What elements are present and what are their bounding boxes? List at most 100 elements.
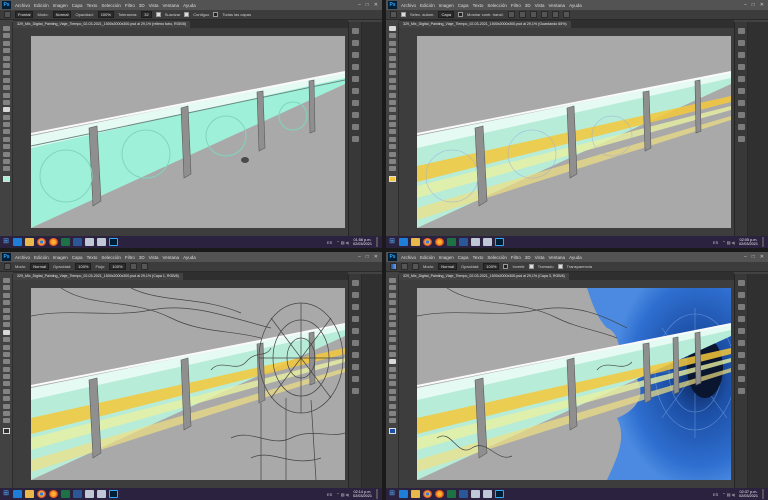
menu-capa[interactable]: Capa xyxy=(458,255,469,260)
artwork-canvas[interactable] xyxy=(31,36,345,228)
lasso-tool-icon[interactable] xyxy=(2,292,10,298)
foreground-color-swatch[interactable] xyxy=(2,175,10,182)
foreground-color-swatch[interactable] xyxy=(388,175,396,182)
all-layers-checkbox[interactable] xyxy=(213,12,219,17)
zoom-tool-icon[interactable] xyxy=(2,166,10,172)
color-panel-icon[interactable] xyxy=(737,292,745,298)
photoshop-taskbar-icon[interactable] xyxy=(495,490,504,498)
healing-tool-icon[interactable] xyxy=(2,70,10,76)
close-icon[interactable]: ✕ xyxy=(760,2,764,8)
word-icon[interactable] xyxy=(73,490,82,498)
document-icon[interactable] xyxy=(483,238,492,246)
linear-gradient-icon[interactable] xyxy=(401,263,408,270)
pressure-size-icon[interactable] xyxy=(140,263,148,270)
pen-tool-icon[interactable] xyxy=(388,381,396,387)
menu-filtro[interactable]: Filtro xyxy=(511,255,521,260)
menu-edicion[interactable]: Edición xyxy=(34,3,49,8)
healing-tool-icon[interactable] xyxy=(388,322,396,328)
excel-icon[interactable] xyxy=(447,238,456,246)
healing-tool-icon[interactable] xyxy=(388,70,396,76)
flow-field[interactable]: 100% xyxy=(109,263,126,270)
paths-panel-icon[interactable] xyxy=(351,364,359,370)
opacity-field[interactable]: 100% xyxy=(97,11,114,18)
mode-select[interactable]: Normal xyxy=(30,263,50,270)
stamp-tool-icon[interactable] xyxy=(2,85,10,91)
file-explorer-icon[interactable] xyxy=(25,490,34,498)
menu-imagen[interactable]: Imagen xyxy=(53,3,68,8)
dodge-tool-icon[interactable] xyxy=(388,374,396,380)
menu-texto[interactable]: Texto xyxy=(473,3,484,8)
document-canvas-area[interactable] xyxy=(13,28,348,236)
transparency-checkbox[interactable] xyxy=(557,264,563,269)
character-panel-icon[interactable] xyxy=(351,388,359,394)
show-desktop-button[interactable] xyxy=(376,489,378,499)
excel-icon[interactable] xyxy=(61,490,70,498)
menu-vista[interactable]: Vista xyxy=(535,3,545,8)
document-canvas-area[interactable] xyxy=(399,28,734,236)
path-selection-tool-icon[interactable] xyxy=(2,144,10,150)
document-canvas-area[interactable] xyxy=(13,280,348,488)
internet-explorer-icon[interactable] xyxy=(13,490,22,498)
paint-bucket-tool-icon[interactable] xyxy=(2,359,10,365)
shape-tool-icon[interactable] xyxy=(2,403,10,409)
channels-panel-icon[interactable] xyxy=(351,100,359,106)
blur-tool-icon[interactable] xyxy=(388,366,396,372)
healing-tool-icon[interactable] xyxy=(2,322,10,328)
excel-icon[interactable] xyxy=(61,238,70,246)
styles-panel-icon[interactable] xyxy=(737,328,745,334)
menu-3d[interactable]: 3D xyxy=(525,3,531,8)
menu-seleccion[interactable]: Selección xyxy=(487,3,507,8)
lasso-tool-icon[interactable] xyxy=(2,40,10,46)
history-panel-icon[interactable] xyxy=(351,28,359,34)
maximize-icon[interactable]: □ xyxy=(366,254,369,260)
chrome-icon[interactable] xyxy=(423,238,432,246)
move-tool-icon[interactable] xyxy=(2,26,10,31)
eraser-tool-icon[interactable] xyxy=(2,99,10,105)
channels-panel-icon[interactable] xyxy=(737,100,745,106)
hand-tool-icon[interactable] xyxy=(2,411,10,417)
menu-3d[interactable]: 3D xyxy=(139,3,145,8)
marquee-tool-icon[interactable] xyxy=(388,33,396,39)
shape-tool-icon[interactable] xyxy=(2,151,10,157)
paint-bucket-icon[interactable] xyxy=(4,11,11,18)
word-icon[interactable] xyxy=(459,238,468,246)
taskbar-clock[interactable]: 02:37 p.m. 02/03/2021 xyxy=(739,490,758,498)
menu-ayuda[interactable]: Ayuda xyxy=(569,255,582,260)
menu-seleccion[interactable]: Selección xyxy=(487,255,507,260)
eyedropper-tool-icon[interactable] xyxy=(2,314,10,320)
path-selection-tool-icon[interactable] xyxy=(2,396,10,402)
file-explorer-icon[interactable] xyxy=(411,490,420,498)
artwork-canvas[interactable] xyxy=(31,288,345,480)
channels-panel-icon[interactable] xyxy=(737,352,745,358)
layers-panel-icon[interactable] xyxy=(737,88,745,94)
excel-icon[interactable] xyxy=(447,490,456,498)
menu-archivo[interactable]: Archivo xyxy=(401,3,416,8)
fill-source-select[interactable]: Frontal xyxy=(15,11,34,18)
history-panel-icon[interactable] xyxy=(737,28,745,34)
document-tab[interactable]: 329_Mix_Digital_Painting_Viaje_Tiempo_02… xyxy=(13,21,191,28)
zoom-tool-icon[interactable] xyxy=(2,418,10,424)
chrome-icon[interactable] xyxy=(37,238,46,246)
zoom-tool-icon[interactable] xyxy=(388,166,396,172)
magic-wand-tool-icon[interactable] xyxy=(388,300,396,306)
character-panel-icon[interactable] xyxy=(737,388,745,394)
menu-ventana[interactable]: Ventana xyxy=(549,255,566,260)
blur-tool-icon[interactable] xyxy=(2,114,10,120)
move-tool-options-icon[interactable] xyxy=(390,11,397,18)
show-desktop-button[interactable] xyxy=(762,237,764,247)
close-icon[interactable]: ✕ xyxy=(374,2,378,8)
minimize-icon[interactable]: – xyxy=(358,254,361,260)
swatches-panel-icon[interactable] xyxy=(351,304,359,310)
brush-tool-icon[interactable] xyxy=(388,329,396,335)
move-tool-icon[interactable] xyxy=(388,278,396,283)
menu-filtro[interactable]: Filtro xyxy=(125,3,135,8)
gradient-tool-icon[interactable] xyxy=(388,359,396,365)
history-brush-tool-icon[interactable] xyxy=(388,344,396,350)
show-desktop-button[interactable] xyxy=(762,489,764,499)
crop-tool-icon[interactable] xyxy=(2,307,10,313)
menu-filtro[interactable]: Filtro xyxy=(125,255,135,260)
menu-edicion[interactable]: Edición xyxy=(34,255,49,260)
document-icon[interactable] xyxy=(85,490,94,498)
menu-vista[interactable]: Vista xyxy=(149,3,159,8)
show-desktop-button[interactable] xyxy=(376,237,378,247)
